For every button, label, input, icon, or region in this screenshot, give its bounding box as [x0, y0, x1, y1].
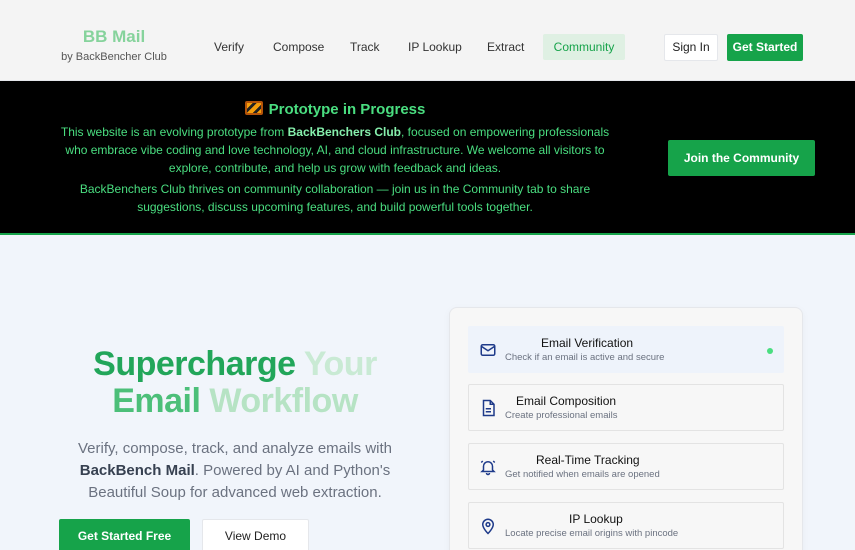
nav-item-track[interactable]: Track	[338, 34, 392, 60]
banner-title-text: Prototype in Progress	[268, 101, 426, 118]
feature-title: IP Lookup	[569, 512, 623, 526]
hero-title-word: Workflow	[209, 382, 358, 420]
banner-p1-text: This website is an evolving prototype fr…	[60, 125, 288, 139]
feature-description: Locate precise email origins with pincod…	[505, 528, 679, 539]
nav-item-extract[interactable]: Extract	[475, 34, 536, 60]
feature-description: Check if an email is active and secure	[505, 352, 665, 363]
hero-desc-text: Verify, compose, track, and analyze emai…	[77, 440, 393, 457]
hero-title: Supercharge Your Email Workflow	[40, 346, 430, 420]
feature-description: Create professional emails	[505, 410, 618, 421]
document-icon	[482, 399, 495, 417]
hero-title-word: Email	[112, 382, 201, 420]
sign-in-button[interactable]: Sign In	[664, 34, 718, 61]
feature-title: Email Composition	[516, 394, 617, 408]
feature-title: Email Verification	[541, 336, 634, 350]
hero-title-word: Supercharge	[93, 345, 296, 383]
banner-paragraph-community: BackBenchers Club thrives on community c…	[79, 182, 591, 214]
feature-email-verification[interactable]: Email Verification Check if an email is …	[468, 326, 784, 373]
brand-subtitle: by BackBencher Club	[61, 51, 167, 63]
brand-logo[interactable]: BB Mail by BackBencher Club	[59, 27, 169, 63]
prototype-banner: Prototype in Progress This website is an…	[0, 81, 855, 235]
get-started-button[interactable]: Get Started	[727, 34, 803, 61]
feature-ip-lookup[interactable]: IP Lookup Locate precise email origins w…	[468, 502, 784, 549]
nav-item-community[interactable]: Community	[543, 34, 625, 60]
nav-item-verify[interactable]: Verify	[202, 34, 256, 60]
feature-real-time-tracking[interactable]: Real-Time Tracking Get notified when ema…	[468, 443, 784, 490]
nav-item-compose[interactable]: Compose	[261, 34, 336, 60]
mail-icon	[480, 344, 496, 356]
features-panel: Email Verification Check if an email is …	[449, 307, 803, 550]
hero-title-word: Your	[303, 345, 377, 383]
get-started-free-button[interactable]: Get Started Free	[59, 519, 190, 550]
bell-icon	[480, 460, 496, 476]
top-navbar: BB Mail by BackBencher Club Verify Compo…	[0, 0, 855, 81]
feature-description: Get notified when emails are opened	[505, 469, 660, 480]
brand-title: BB Mail	[82, 27, 146, 46]
feature-email-composition[interactable]: Email Composition Create professional em…	[468, 384, 784, 431]
active-indicator-dot	[767, 348, 773, 354]
join-community-button[interactable]: Join the Community	[668, 140, 815, 176]
hero-description: Verify, compose, track, and analyze emai…	[55, 438, 415, 504]
hero-product-name: BackBench Mail	[79, 462, 195, 479]
nav-item-ip-lookup[interactable]: IP Lookup	[396, 34, 474, 60]
banner-club-name: BackBenchers Club	[287, 125, 402, 139]
location-pin-icon	[481, 518, 495, 535]
construction-barrier-icon	[244, 101, 263, 115]
view-demo-button[interactable]: View Demo	[202, 519, 309, 550]
banner-heading: Prototype in Progress	[0, 101, 670, 118]
feature-title: Real-Time Tracking	[536, 453, 640, 467]
banner-paragraph-intro: This website is an evolving prototype fr…	[55, 123, 615, 177]
